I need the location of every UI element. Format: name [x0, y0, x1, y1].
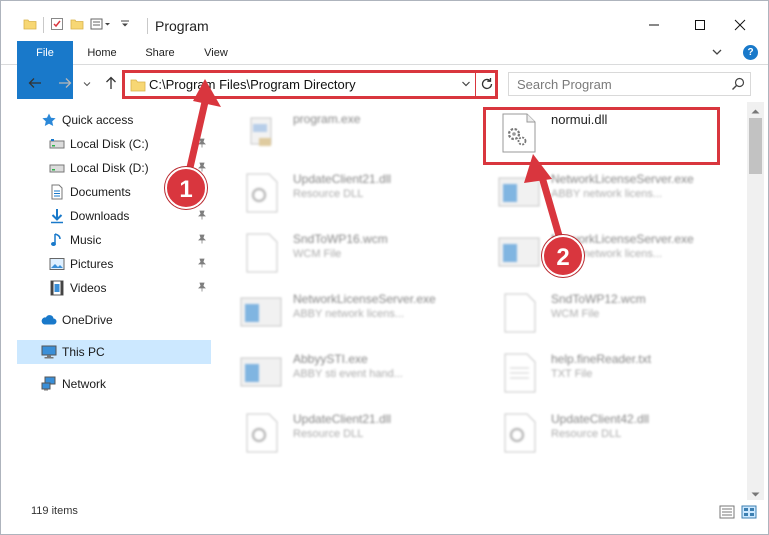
navigation-bar: C:\Program Files\Program Directory — [1, 66, 768, 102]
file-item-help-finereader-txt[interactable]: help.fineReader.txt TXT File — [485, 342, 725, 400]
nav-item-pictures[interactable]: Pictures — [17, 252, 211, 276]
dll-gear-icon — [239, 410, 283, 454]
arrow-left-icon — [28, 77, 42, 92]
status-bar: 119 items — [1, 500, 768, 534]
file-item-abbyysti-exe[interactable]: AbbyySTI.exe ABBY sti event hand... — [227, 342, 467, 400]
minimize-icon — [648, 19, 660, 34]
download-icon — [49, 208, 65, 224]
dll-gear-icon — [497, 410, 541, 454]
file-item-sndtowp12-wcm[interactable]: SndToWP12.wcm WCM File — [485, 282, 725, 340]
folder-icon — [130, 78, 146, 95]
address-divider — [475, 73, 476, 96]
recent-locations-button[interactable] — [81, 74, 93, 94]
title-bar: Program — [1, 1, 768, 41]
address-path[interactable]: C:\Program Files\Program Directory — [149, 77, 356, 92]
drive-icon — [49, 136, 65, 152]
pin-icon[interactable] — [197, 233, 207, 247]
file-item-networklicenseserver-exe[interactable]: NetworkLicenseServer.exe ABBY network li… — [485, 162, 725, 220]
arrow-up-icon — [105, 76, 117, 93]
ribbon-tabs: File Home Share View ? — [1, 41, 768, 99]
music-icon — [49, 232, 65, 248]
expand-ribbon-icon[interactable] — [711, 46, 723, 61]
star-icon — [41, 112, 57, 128]
navigation-pane: Quick access Local Disk (C:) Local Disk … — [17, 102, 211, 494]
window-title: Program — [155, 18, 209, 34]
nav-item-music[interactable]: Music — [17, 228, 211, 252]
nav-item-quick-access[interactable]: Quick access — [17, 108, 211, 132]
file-item-updateclient21-dll[interactable]: UpdateClient21.dll Resource DLL — [227, 162, 467, 220]
nav-item-onedrive[interactable]: OneDrive — [17, 308, 211, 332]
pin-icon[interactable] — [197, 281, 207, 295]
close-button[interactable] — [717, 11, 763, 41]
maximize-icon — [694, 19, 706, 34]
new-folder-icon[interactable] — [70, 17, 84, 34]
tab-share[interactable]: Share — [139, 41, 181, 65]
blank-file-icon — [239, 230, 283, 274]
file-explorer-window: Program File Home Share View ? C:\Progra… — [0, 0, 769, 535]
chevron-down-icon[interactable] — [461, 77, 471, 94]
toolbar-divider — [43, 17, 44, 33]
nav-item-videos[interactable]: Videos — [17, 276, 211, 300]
minimize-button[interactable] — [631, 11, 677, 41]
forward-button[interactable] — [55, 74, 75, 94]
properties-icon[interactable] — [50, 17, 64, 34]
app-window-icon — [497, 170, 541, 214]
scrollbar-thumb[interactable] — [749, 118, 762, 174]
app-window-icon — [239, 290, 283, 334]
close-icon — [734, 19, 746, 34]
file-item-networklicenseserver-exe[interactable]: NetworkLicenseServer.exe ABBY network li… — [485, 222, 725, 280]
cloud-icon — [41, 312, 57, 328]
address-bar[interactable]: C:\Program Files\Program Directory — [122, 70, 498, 99]
drive-icon — [49, 160, 65, 176]
app-window-icon — [239, 350, 283, 394]
search-icon[interactable] — [731, 77, 745, 94]
title-divider — [147, 18, 148, 34]
network-icon — [41, 376, 57, 392]
refresh-icon[interactable] — [480, 76, 494, 95]
customize-toolbar-icon[interactable] — [90, 17, 114, 34]
pin-icon[interactable] — [197, 257, 207, 271]
tab-view[interactable]: View — [197, 41, 235, 65]
pin-icon[interactable] — [197, 209, 207, 223]
file-item-updateclient21-dll[interactable]: UpdateClient21.dll Resource DLL — [227, 402, 467, 460]
highlight-box — [483, 107, 720, 165]
step-1-badge: 1 — [165, 167, 207, 209]
nav-item-this-pc[interactable]: This PC — [17, 340, 211, 364]
pin-icon[interactable] — [197, 137, 207, 151]
nav-item-network[interactable]: Network — [17, 372, 211, 396]
search-box[interactable] — [508, 72, 751, 96]
details-view-icon[interactable] — [719, 505, 735, 522]
chevron-down-icon[interactable] — [120, 18, 130, 32]
file-item-networklicenseserver-exe[interactable]: NetworkLicenseServer.exe ABBY network li… — [227, 282, 467, 340]
nav-item-local-disk-c[interactable]: Local Disk (C:) — [17, 132, 211, 156]
help-icon[interactable]: ? — [743, 45, 758, 60]
text-file-icon — [497, 350, 541, 394]
folder-icon[interactable] — [23, 17, 37, 34]
scroll-up-icon[interactable] — [751, 104, 760, 118]
up-button[interactable] — [101, 74, 121, 94]
large-icons-view-icon[interactable] — [741, 505, 757, 522]
back-button[interactable] — [25, 74, 45, 94]
arrow-right-icon — [58, 77, 72, 92]
pictures-icon — [49, 256, 65, 272]
app-window-icon — [497, 230, 541, 274]
search-input[interactable] — [517, 76, 717, 92]
vertical-scrollbar[interactable] — [747, 102, 764, 500]
file-item-program-exe[interactable]: program.exe — [227, 102, 467, 160]
documents-icon — [49, 184, 65, 200]
file-item-sndtowp16-wcm[interactable]: SndToWP16.wcm WCM File — [227, 222, 467, 280]
dll-gear-icon — [239, 170, 283, 214]
quick-access-toolbar — [23, 15, 130, 35]
computer-icon — [41, 344, 57, 360]
file-item-updateclient42-dll[interactable]: UpdateClient42.dll Resource DLL — [485, 402, 725, 460]
program-icon — [239, 110, 283, 154]
step-2-badge: 2 — [542, 235, 584, 277]
item-count: 119 items — [31, 505, 78, 517]
chevron-down-icon — [83, 77, 91, 91]
tab-home[interactable]: Home — [81, 41, 123, 65]
blank-file-icon — [497, 290, 541, 334]
videos-icon — [49, 280, 65, 296]
